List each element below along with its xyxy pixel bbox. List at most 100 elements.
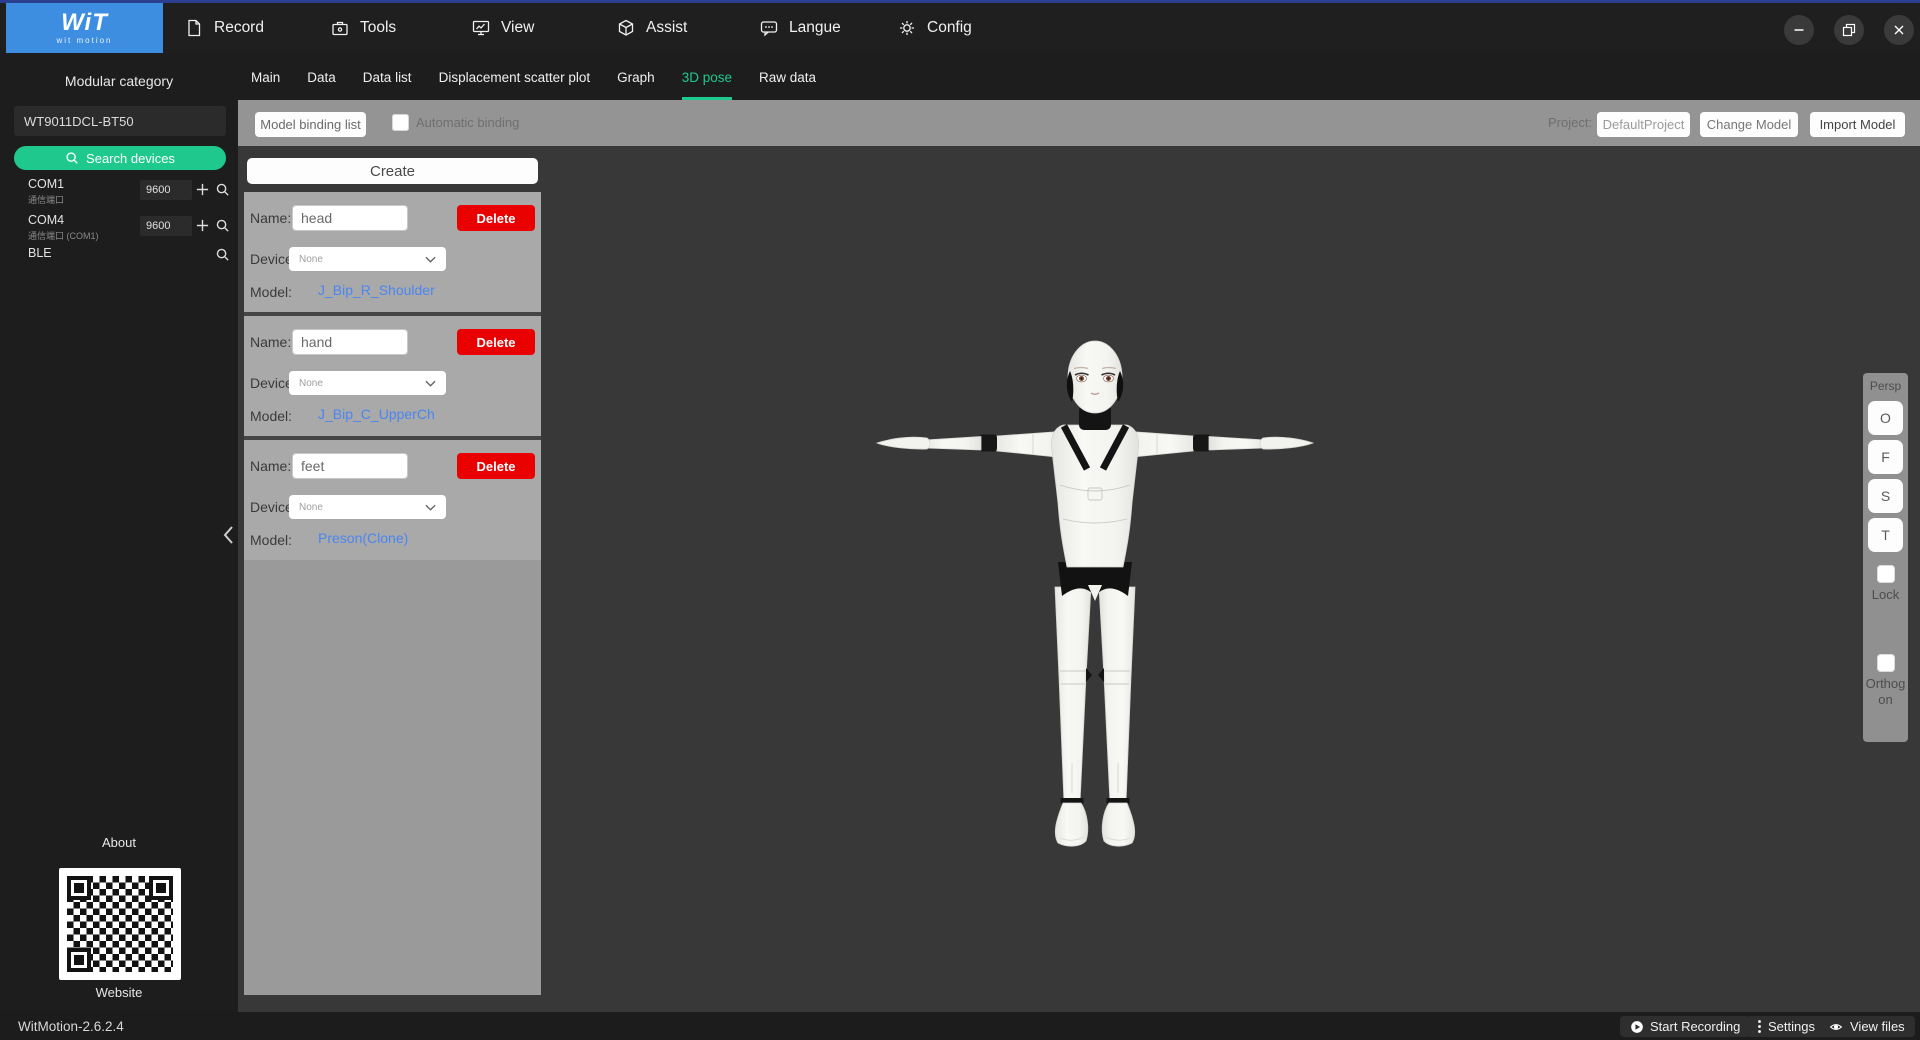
- orthogon-checkbox[interactable]: [1877, 654, 1895, 672]
- restore-button[interactable]: [1834, 15, 1864, 45]
- device-subtitle: 通信端口: [28, 193, 64, 206]
- sidebar: Modular category Search devices COM1 通信端…: [0, 53, 238, 1012]
- device-name: BLE: [28, 246, 52, 260]
- device-row-com1[interactable]: COM1 通信端口: [28, 177, 64, 206]
- add-device-button-com4[interactable]: [195, 218, 210, 238]
- model-bone-link[interactable]: J_Bip_C_UpperCh: [318, 406, 435, 422]
- name-label: Name:: [250, 458, 291, 474]
- baud-input-com4[interactable]: [140, 216, 192, 236]
- menu-record[interactable]: Record: [184, 3, 264, 53]
- binding-device-select[interactable]: None: [289, 495, 446, 519]
- device-select-value: None: [299, 254, 323, 265]
- view-button-o[interactable]: O: [1868, 401, 1903, 435]
- binding-card-head: Name: Delete Device: None Model: J_Bip_R…: [244, 192, 541, 312]
- add-device-button-com1[interactable]: [195, 182, 210, 202]
- delete-binding-button[interactable]: Delete: [457, 453, 535, 479]
- change-model-button[interactable]: Change Model: [1700, 112, 1798, 137]
- minimize-icon: [1790, 21, 1808, 39]
- orthogon-label: Orthogon: [1863, 676, 1908, 708]
- plus-icon: [195, 218, 210, 233]
- close-button[interactable]: [1884, 15, 1914, 45]
- settings-button[interactable]: Settings: [1747, 1016, 1825, 1037]
- menu-config[interactable]: Config: [897, 3, 972, 53]
- device-subtitle: 通信端口 (COM1): [28, 229, 99, 242]
- logo-subtitle: wit motion: [56, 36, 112, 45]
- search-device-button-com1[interactable]: [215, 182, 230, 202]
- view-button-t[interactable]: T: [1868, 518, 1903, 552]
- automatic-binding-checkbox[interactable]: [392, 114, 409, 131]
- tab-graph[interactable]: Graph: [617, 57, 655, 100]
- search-icon: [215, 218, 230, 233]
- restore-icon: [1840, 21, 1858, 39]
- start-recording-button[interactable]: Start Recording: [1620, 1016, 1750, 1037]
- qr-pattern: [67, 876, 173, 972]
- chevron-down-icon: [425, 256, 436, 263]
- menu-tools[interactable]: Tools: [330, 3, 396, 53]
- search-device-button-com4[interactable]: [215, 218, 230, 238]
- website-qr-code: [59, 868, 181, 980]
- name-label: Name:: [250, 334, 291, 350]
- tab-data-list[interactable]: Data list: [363, 57, 412, 100]
- device-name: COM4: [28, 213, 99, 227]
- collapse-panel-button[interactable]: [218, 524, 238, 546]
- binding-device-select[interactable]: None: [289, 371, 446, 395]
- tab-3d-pose[interactable]: 3D pose: [682, 57, 732, 100]
- delete-binding-button[interactable]: Delete: [457, 205, 535, 231]
- modular-category-title: Modular category: [0, 73, 238, 89]
- app-logo: WiT wit motion: [6, 3, 163, 53]
- view-button-f[interactable]: F: [1868, 440, 1903, 474]
- project-label: Project:: [1548, 115, 1592, 130]
- view-button-s[interactable]: S: [1868, 479, 1903, 513]
- device-row-com4[interactable]: COM4 通信端口 (COM1): [28, 213, 99, 242]
- about-label[interactable]: About: [0, 835, 238, 850]
- qr-finder: [67, 948, 91, 972]
- device-name: COM1: [28, 177, 64, 191]
- perspective-label: Persp: [1863, 379, 1908, 393]
- lock-label: Lock: [1863, 587, 1908, 603]
- device-model-select[interactable]: [14, 106, 226, 136]
- tab-displacement-scatter-plot[interactable]: Displacement scatter plot: [439, 57, 591, 100]
- search-device-button-ble[interactable]: [215, 247, 230, 267]
- search-devices-button[interactable]: Search devices: [14, 146, 226, 170]
- chevron-down-icon: [425, 504, 436, 511]
- baud-input-com1[interactable]: [140, 180, 192, 200]
- binding-card-hand: Name: Delete Device: None Model: J_Bip_C…: [244, 316, 541, 436]
- minimize-button[interactable]: [1784, 15, 1814, 45]
- menu-record-label: Record: [214, 19, 264, 37]
- eye-icon: [1828, 1020, 1844, 1034]
- menu-assist[interactable]: Assist: [616, 3, 687, 53]
- binding-device-select[interactable]: None: [289, 247, 446, 271]
- menu-langue[interactable]: Langue: [759, 3, 841, 53]
- model-label: Model:: [250, 532, 292, 548]
- project-name-button[interactable]: DefaultProject: [1597, 112, 1690, 137]
- config-icon: [897, 18, 917, 38]
- website-label[interactable]: Website: [0, 985, 238, 1000]
- model-bone-link[interactable]: J_Bip_R_Shoulder: [318, 282, 435, 298]
- start-recording-label: Start Recording: [1650, 1019, 1740, 1034]
- model-label: Model:: [250, 408, 292, 424]
- binding-toolbar: Model binding list Automatic binding Pro…: [238, 100, 1920, 146]
- tab-data[interactable]: Data: [307, 57, 336, 100]
- lock-checkbox[interactable]: [1877, 565, 1895, 583]
- search-devices-label: Search devices: [86, 151, 175, 166]
- menu-view[interactable]: View: [471, 3, 534, 53]
- menu-langue-label: Langue: [789, 19, 841, 37]
- binding-name-input[interactable]: [292, 329, 408, 355]
- menu-view-label: View: [501, 19, 534, 37]
- delete-binding-button[interactable]: Delete: [457, 329, 535, 355]
- menu-config-label: Config: [927, 19, 972, 37]
- menu-tools-label: Tools: [360, 19, 396, 37]
- import-model-button[interactable]: Import Model: [1810, 112, 1905, 137]
- tab-main[interactable]: Main: [251, 57, 280, 100]
- create-binding-button[interactable]: Create: [247, 158, 538, 184]
- tab-raw-data[interactable]: Raw data: [759, 57, 816, 100]
- model-bone-link[interactable]: Preson(Clone): [318, 530, 408, 546]
- model-binding-list-button[interactable]: Model binding list: [255, 112, 366, 137]
- view-files-button[interactable]: View files: [1818, 1016, 1915, 1037]
- record-icon: [184, 18, 204, 38]
- binding-name-input[interactable]: [292, 205, 408, 231]
- 3d-viewport[interactable]: Create Name: Delete Device: None Model: …: [238, 146, 1920, 1012]
- view-icon: [471, 18, 491, 38]
- binding-name-input[interactable]: [292, 453, 408, 479]
- device-row-ble[interactable]: BLE: [28, 246, 52, 260]
